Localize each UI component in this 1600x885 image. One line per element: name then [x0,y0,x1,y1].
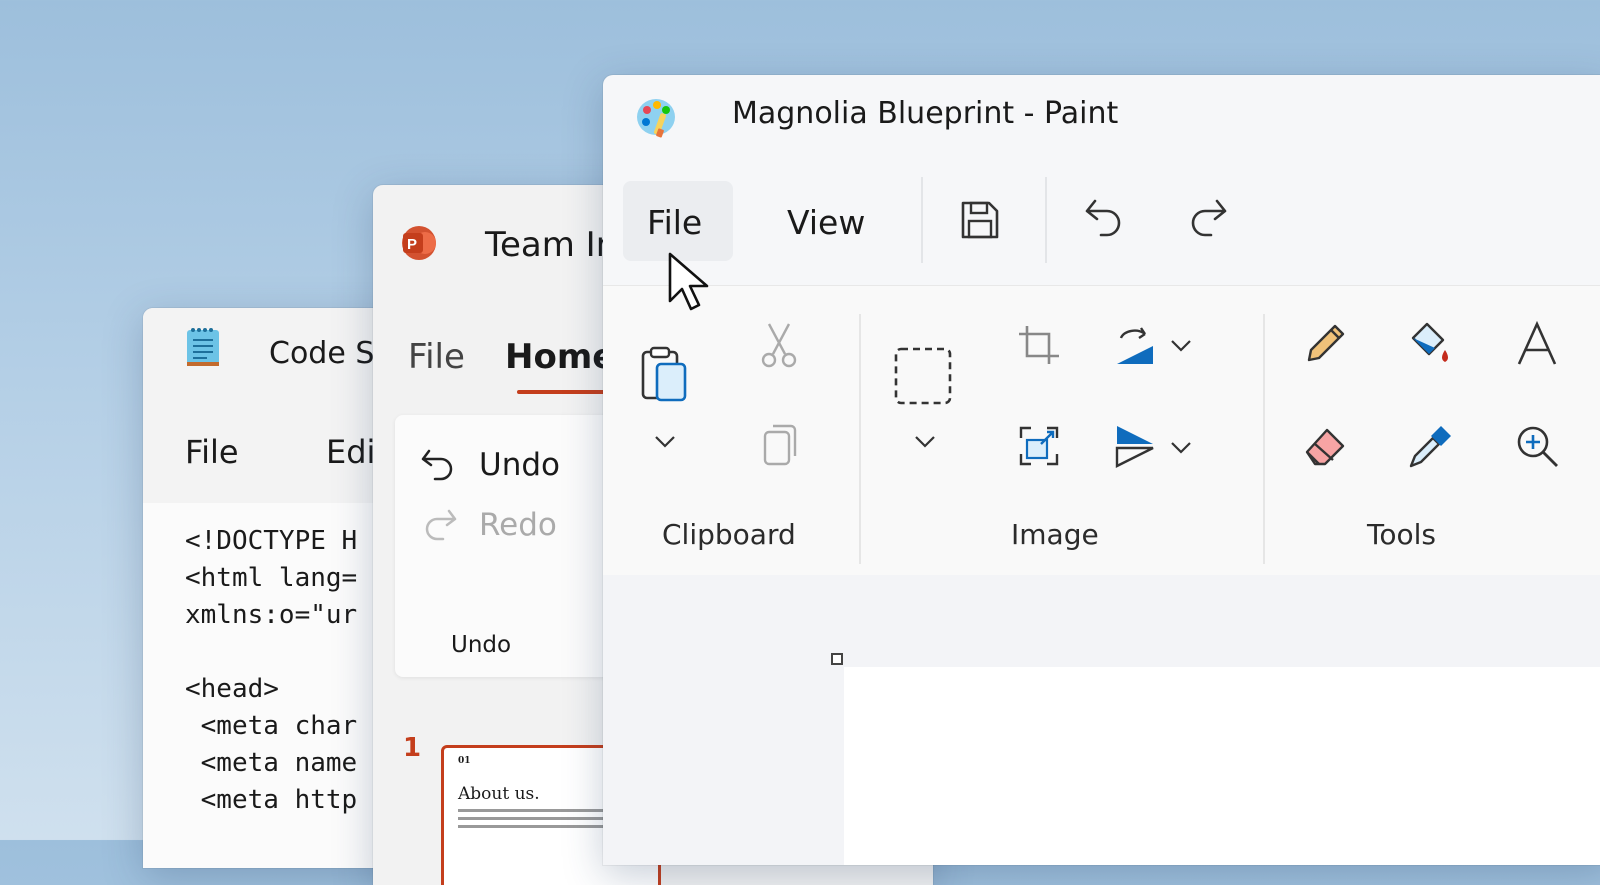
ppt-slide-number: 1 [403,733,422,763]
code-line: <meta char [185,711,358,741]
canvas-resize-handle[interactable] [831,653,843,665]
save-icon[interactable] [959,199,1001,241]
undo-icon[interactable] [1083,195,1127,245]
copy-icon[interactable] [761,422,801,470]
clipboard-group-label: Clipboard [662,518,796,551]
undo-icon [421,449,453,481]
ppt-undo-group-label: Undo [451,632,512,658]
menubar-separator [1045,177,1047,263]
chevron-down-icon[interactable] [1169,338,1193,354]
paste-icon[interactable] [639,344,691,404]
chevron-down-icon[interactable] [1169,440,1193,456]
menubar-separator [921,177,923,263]
paint-title: Magnolia Blueprint - Paint [732,96,1119,131]
tools-group-label: Tools [1367,518,1436,551]
notepad-menu-edit[interactable]: Edi [326,433,375,471]
thumb-text-line [458,825,611,828]
ppt-undo-button[interactable]: Undo [419,445,560,485]
paint-ribbon: Clipboard Image Tools [603,285,1600,577]
rotate-icon[interactable] [1113,324,1157,368]
fill-bucket-icon[interactable] [1407,320,1455,368]
powerpoint-app-icon: P [402,226,436,260]
pencil-icon[interactable] [1301,320,1349,368]
paint-menu-view[interactable]: View [787,203,865,242]
paint-canvas-area [603,575,1600,865]
code-line: <html lang= [185,563,358,593]
flip-icon[interactable] [1113,422,1157,470]
thumb-text-line [458,817,604,820]
code-line: xmlns:o="ur [185,600,358,630]
code-line: <meta http [185,785,358,815]
image-group-label: Image [1011,518,1099,551]
paint-menu-file[interactable]: File [647,203,702,242]
code-line: <head> [185,674,279,704]
magnifier-icon[interactable] [1513,422,1561,470]
svg-text:P: P [407,236,417,253]
select-icon[interactable] [893,346,953,406]
code-line: <!DOCTYPE H [185,526,358,556]
chevron-down-icon[interactable] [913,434,937,450]
thumb-text-line [458,809,617,812]
ppt-undo-label: Undo [479,447,560,483]
notepad-menu-file[interactable]: File [185,433,239,471]
ribbon-separator [859,314,861,564]
paint-menubar: File View [603,175,1600,285]
redo-icon [425,509,457,541]
ppt-tab-home[interactable]: Home [505,337,615,377]
paint-canvas[interactable] [844,667,1600,865]
color-picker-icon[interactable] [1407,422,1455,470]
chevron-down-icon[interactable] [653,434,677,450]
notepad-app-icon [187,328,219,366]
code-line: <meta name [185,748,358,778]
paint-app-icon [637,99,675,138]
ppt-redo-label: Redo [479,507,557,543]
redo-icon[interactable] [1185,195,1229,245]
paint-titlebar: Magnolia Blueprint - Paint [603,75,1600,175]
ppt-tab-file[interactable]: File [408,337,465,377]
resize-icon[interactable] [1017,424,1061,468]
crop-icon[interactable] [1017,324,1061,368]
mouse-cursor-icon [668,252,709,311]
ribbon-separator [1263,314,1265,564]
ppt-redo-button[interactable]: Redo [419,505,557,545]
eraser-icon[interactable] [1301,422,1349,470]
powerpoint-title: Team In [485,225,618,265]
cut-icon[interactable] [757,320,801,370]
text-icon[interactable] [1515,320,1559,368]
paint-window: Magnolia Blueprint - Paint File View Cli… [603,75,1600,865]
